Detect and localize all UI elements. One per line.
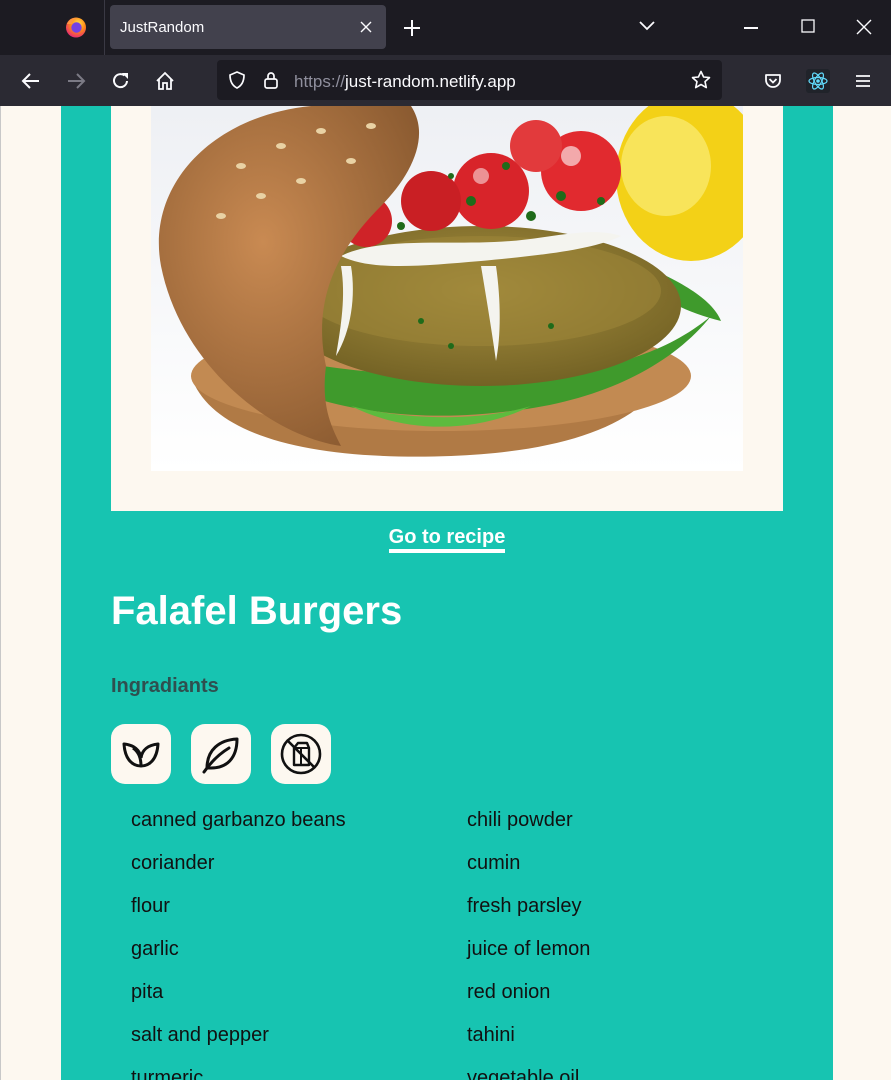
- firefox-logo-icon[interactable]: [64, 15, 88, 39]
- ingredient-item: coriander: [131, 852, 215, 874]
- ingredient-item: juice of lemon: [467, 938, 591, 960]
- url-host: just-random.netlify.app: [345, 72, 516, 91]
- ingredient-item: fresh parsley: [467, 895, 582, 917]
- address-bar[interactable]: https://just-random.netlify.app: [217, 60, 722, 100]
- browser-tab-strip: JustRandom: [0, 0, 891, 55]
- new-tab-plus-icon[interactable]: [401, 17, 423, 39]
- falafel-burger-illustration: [151, 106, 743, 471]
- pocket-icon[interactable]: [763, 71, 783, 91]
- tab-separator: [104, 0, 105, 55]
- ingredient-item: pita: [131, 981, 164, 1003]
- go-to-recipe-link[interactable]: Go to recipe: [388, 526, 506, 553]
- ingredients-heading: Ingradiants: [111, 675, 219, 697]
- close-tab-icon[interactable]: [358, 19, 374, 35]
- back-arrow-icon[interactable]: [21, 71, 41, 91]
- ingredient-item: red onion: [467, 981, 551, 1003]
- vegan-icon: [122, 742, 160, 768]
- window-maximize-icon[interactable]: [801, 19, 815, 33]
- vegetarian-badge: [191, 724, 251, 784]
- ingredient-item: garlic: [131, 938, 179, 960]
- home-icon[interactable]: [155, 71, 175, 91]
- ingredients-list: canned garbanzo beans chili powder coria…: [131, 806, 811, 1080]
- dairy-free-badge: [271, 724, 331, 784]
- falafel-burger-photo: [151, 106, 743, 471]
- viewport-left-edge: [0, 106, 1, 1080]
- browser-nav-toolbar: https://just-random.netlify.app: [0, 55, 891, 106]
- list-all-tabs-chevron-icon[interactable]: [638, 19, 656, 33]
- ingredient-item: vegetable oil: [467, 1067, 580, 1080]
- vegan-badge: [111, 724, 171, 784]
- ingredient-item: chili powder: [467, 809, 573, 831]
- dairy-free-icon: [280, 733, 322, 775]
- window-minimize-icon[interactable]: [744, 27, 758, 29]
- react-devtools-extension-icon[interactable]: [806, 69, 830, 93]
- forward-arrow-icon[interactable]: [66, 71, 86, 91]
- hamburger-menu-icon[interactable]: [853, 71, 873, 91]
- ingredient-item: cumin: [467, 852, 521, 874]
- go-to-recipe-wrapper: Go to recipe: [61, 526, 833, 553]
- tab-title: JustRandom: [120, 19, 205, 36]
- recipe-title: Falafel Burgers: [111, 589, 403, 633]
- recipe-image-frame: [111, 106, 783, 511]
- lock-icon[interactable]: [261, 70, 281, 90]
- ingredient-item: flour: [131, 895, 170, 917]
- ingredient-item: turmeric: [131, 1067, 204, 1080]
- vegetarian-leaf-icon: [202, 737, 239, 774]
- window-close-icon[interactable]: [856, 19, 872, 35]
- url-text[interactable]: https://just-random.netlify.app: [294, 72, 516, 92]
- tracking-protection-shield-icon[interactable]: [227, 70, 247, 90]
- tab-justrandom[interactable]: JustRandom: [110, 5, 386, 49]
- ingredient-item: salt and pepper: [131, 1024, 269, 1046]
- recipe-card: Go to recipe Falafel Burgers Ingradiants: [61, 106, 833, 1080]
- ingredient-item: tahini: [467, 1024, 515, 1046]
- reload-icon[interactable]: [111, 71, 131, 91]
- ingredient-item: canned garbanzo beans: [131, 809, 346, 831]
- url-protocol: https://: [294, 72, 346, 91]
- bookmark-star-icon[interactable]: [691, 70, 711, 90]
